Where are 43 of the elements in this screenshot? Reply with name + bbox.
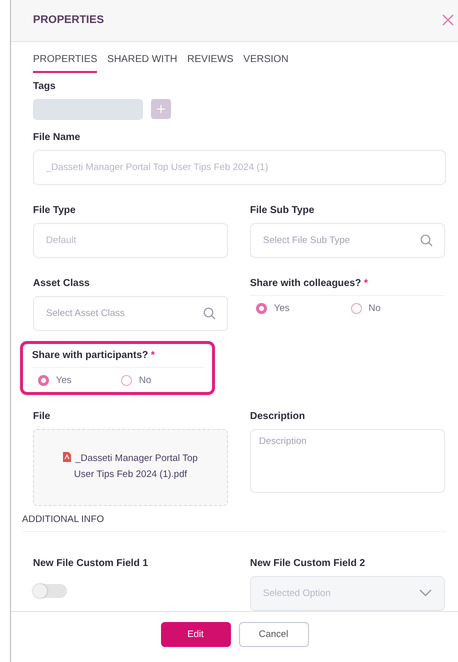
field-label: Share with colleagues? <box>250 278 362 289</box>
edit-button[interactable]: Edit <box>160 622 230 647</box>
field-label: Description <box>250 410 306 422</box>
description-field[interactable]: Description <box>250 428 445 493</box>
tag-field[interactable] <box>33 98 143 120</box>
field-label: File <box>33 410 52 422</box>
field-label: File Name <box>33 132 82 143</box>
field-label: Tags <box>33 80 57 92</box>
option-label: No <box>368 302 381 314</box>
cancel-button[interactable]: Cancel <box>238 622 308 647</box>
option-label: Yes <box>274 302 290 314</box>
field-label: File Sub Type <box>250 204 316 216</box>
plus-icon <box>157 105 165 114</box>
search-icon <box>203 306 216 320</box>
section-title: ADDITIONAL INFO <box>22 514 446 532</box>
radio-button[interactable] <box>38 374 49 386</box>
file-box[interactable]: _Dasseti Manager Portal Top User Tips Feb 2024 (1).pdf <box>33 428 228 506</box>
file-link[interactable]: _Dasseti Manager Portal Top User Tips Feb 2024 (1).pdf <box>56 451 206 484</box>
required-mark: * <box>150 350 155 361</box>
option-label: No <box>139 374 152 386</box>
panel-title: PROPERTIES <box>33 14 104 26</box>
tab[interactable]: SHARED WITH <box>107 54 178 73</box>
search-icon <box>420 234 433 247</box>
radio-button[interactable] <box>256 302 267 314</box>
required-mark: * <box>364 278 368 289</box>
field-label: New File Custom Field 2 <box>250 558 366 569</box>
field-label: New File Custom Field 1 <box>33 558 150 569</box>
tab[interactable]: REVIEWS <box>187 54 234 73</box>
file-sub-type-field[interactable]: Select File Sub Type <box>250 222 445 258</box>
chevron-down-icon <box>419 589 432 598</box>
close-icon[interactable] <box>442 14 454 26</box>
toggle-switch[interactable] <box>33 584 67 598</box>
tab[interactable]: PROPERTIES <box>33 54 98 73</box>
field-label: Share with participants? <box>32 350 148 361</box>
radio-button[interactable] <box>350 302 362 314</box>
radio-button[interactable] <box>121 374 132 386</box>
pdf-icon <box>63 452 72 462</box>
asset-class-field[interactable]: Select Asset Class <box>33 296 228 331</box>
field-label: Asset Class <box>33 278 91 289</box>
option-label: Yes <box>56 374 72 386</box>
field-label: File Type <box>33 204 77 216</box>
add-button[interactable] <box>151 99 171 120</box>
tab[interactable]: VERSION <box>243 54 288 73</box>
